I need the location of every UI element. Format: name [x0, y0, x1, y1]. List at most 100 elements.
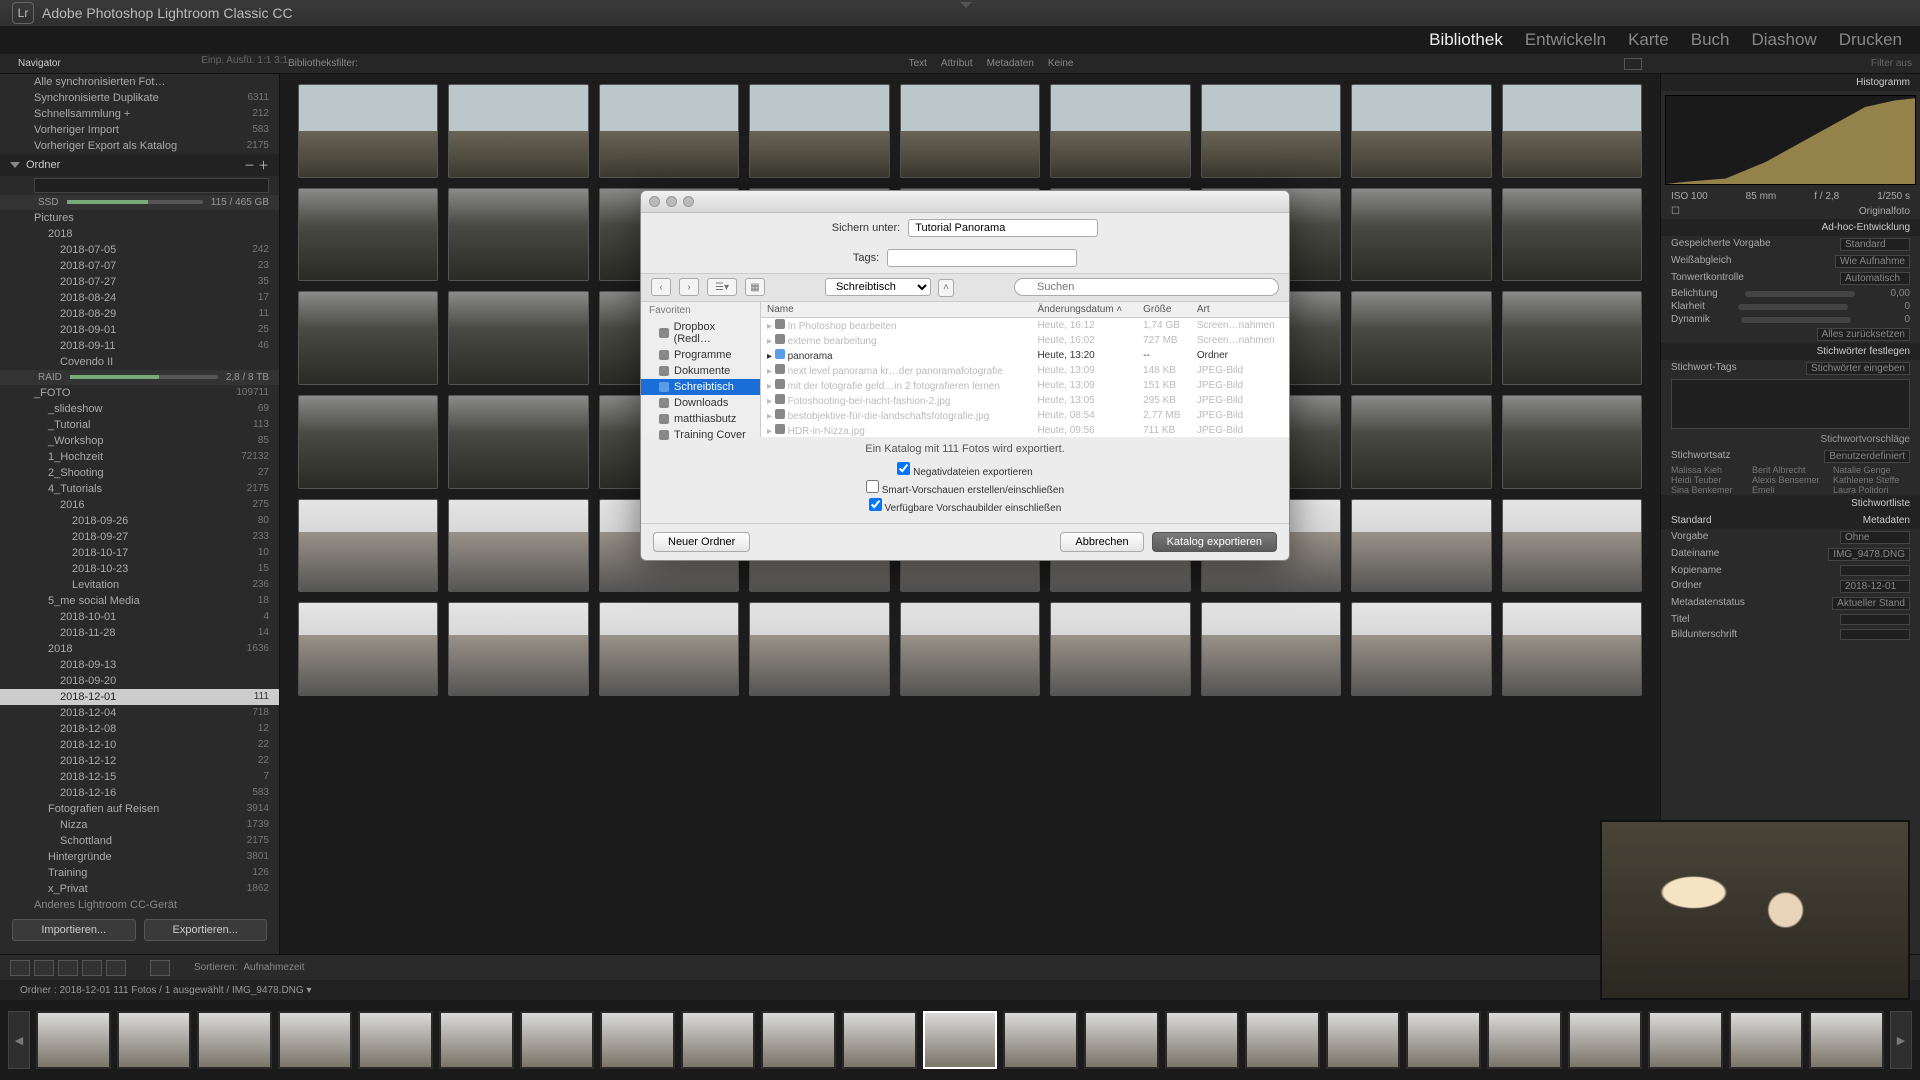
metadata-row[interactable]: MetadatenstatusAktueller Stand: [1661, 595, 1920, 612]
folder-item[interactable]: 2018-09-2680: [0, 513, 279, 529]
view-people-icon[interactable]: [106, 960, 126, 976]
keywordlist-header[interactable]: Stichwortliste: [1661, 495, 1920, 512]
favorite-item[interactable]: Dropbox (Redl…: [641, 319, 760, 347]
grid-thumbnail[interactable]: [1502, 602, 1642, 696]
grid-thumbnail[interactable]: [1050, 84, 1190, 178]
filmstrip-thumbnail[interactable]: [36, 1011, 111, 1069]
grid-thumbnail[interactable]: [1201, 84, 1341, 178]
keyword-suggestion[interactable]: Natalie Genge: [1833, 465, 1910, 475]
module-library[interactable]: Bibliothek: [1429, 30, 1503, 50]
filmstrip-thumbnail[interactable]: [1003, 1011, 1078, 1069]
filmstrip-thumbnail[interactable]: [761, 1011, 836, 1069]
catalog-item[interactable]: Vorheriger Import583: [0, 122, 279, 138]
filmstrip-thumbnail[interactable]: [197, 1011, 272, 1069]
filmstrip-thumbnail[interactable]: [1648, 1011, 1723, 1069]
favorite-item[interactable]: Training Cover: [641, 427, 760, 443]
grid-thumbnail[interactable]: [298, 188, 438, 282]
module-print[interactable]: Drucken: [1839, 30, 1902, 50]
folders-header[interactable]: Ordner－ ＋: [0, 154, 279, 176]
drive-raid[interactable]: RAID2,8 / 8 TB: [0, 370, 279, 385]
keyword-suggestion[interactable]: Sina Benkemer: [1671, 485, 1748, 495]
folder-item[interactable]: _Tutorial113: [0, 417, 279, 433]
grid-thumbnail[interactable]: [298, 395, 438, 489]
filmstrip-thumbnail[interactable]: [1245, 1011, 1320, 1069]
folder-item[interactable]: Nizza1739: [0, 817, 279, 833]
grid-thumbnail[interactable]: [900, 84, 1040, 178]
folder-item[interactable]: 2018-08-2417: [0, 290, 279, 306]
folder-item[interactable]: Training126: [0, 865, 279, 881]
metadata-row[interactable]: Bildunterschrift: [1661, 627, 1920, 642]
folder-item[interactable]: 20181636: [0, 641, 279, 657]
grid-thumbnail[interactable]: [298, 84, 438, 178]
dialog-search-input[interactable]: [1014, 278, 1279, 296]
grid-thumbnail[interactable]: [448, 499, 588, 593]
folder-item[interactable]: 2018-09-13: [0, 657, 279, 673]
favorite-item[interactable]: Programme: [641, 347, 760, 363]
location-up-icon[interactable]: ˄: [938, 279, 954, 297]
grid-thumbnail[interactable]: [1351, 84, 1491, 178]
grid-thumbnail[interactable]: [298, 291, 438, 385]
grid-thumbnail[interactable]: [599, 84, 739, 178]
folder-item[interactable]: _FOTO109711: [0, 385, 279, 401]
filmstrip-next-icon[interactable]: ▶: [1890, 1011, 1912, 1069]
wb-select[interactable]: Wie Aufnahme: [1835, 255, 1910, 268]
filmstrip-thumbnail[interactable]: [1165, 1011, 1240, 1069]
back-icon[interactable]: ‹: [651, 278, 671, 296]
metadata-row[interactable]: DateinameIMG_9478.DNG: [1661, 546, 1920, 563]
quickdev-header[interactable]: Ad-hoc-Entwicklung: [1661, 219, 1920, 236]
filter-lock-icon[interactable]: [1624, 58, 1642, 70]
keyword-suggestion[interactable]: Alexis Bensemer: [1752, 475, 1829, 485]
folder-item[interactable]: 1_Hochzeit72132: [0, 449, 279, 465]
filter-attribute[interactable]: Attribut: [941, 58, 973, 69]
navigator-header[interactable]: Navigator: [8, 55, 71, 72]
grid-thumbnail[interactable]: [900, 602, 1040, 696]
folder-item[interactable]: 2018-12-1022: [0, 737, 279, 753]
keyword-suggestion[interactable]: Emeli: [1752, 485, 1829, 495]
file-row[interactable]: ▸ next level panorama kr…der panoramafot…: [761, 363, 1289, 378]
zoom-icon[interactable]: [683, 196, 694, 207]
filmstrip-thumbnail[interactable]: [923, 1011, 998, 1069]
quickdev-slider[interactable]: Belichtung0,00: [1661, 287, 1920, 300]
filmstrip-thumbnail[interactable]: [1809, 1011, 1884, 1069]
view-loupe-icon[interactable]: [34, 960, 54, 976]
folder-search-input[interactable]: [34, 178, 269, 193]
filmstrip-thumbnail[interactable]: [1406, 1011, 1481, 1069]
minimize-icon[interactable]: [666, 196, 677, 207]
grid-thumbnail[interactable]: [448, 602, 588, 696]
folder-item[interactable]: 2018-09-20: [0, 673, 279, 689]
titlebar-chevron-icon[interactable]: [960, 2, 972, 8]
keyword-input[interactable]: Stichwörter eingeben: [1806, 362, 1910, 375]
file-row[interactable]: ▸ bestobjektive-für-die-landschaftsfotog…: [761, 408, 1289, 423]
folder-item[interactable]: 2018-12-16583: [0, 785, 279, 801]
navigator-zoom[interactable]: Einp. Ausfü. 1:1 3:1: [201, 55, 288, 72]
export-button[interactable]: Exportieren...: [144, 919, 268, 941]
folder-item[interactable]: 2018-10-014: [0, 609, 279, 625]
folder-item[interactable]: 2018: [0, 226, 279, 242]
filter-metadata[interactable]: Metadaten: [987, 58, 1034, 69]
folder-item[interactable]: _Workshop85: [0, 433, 279, 449]
folder-item[interactable]: 2018-08-2911: [0, 306, 279, 322]
grid-thumbnail[interactable]: [1351, 291, 1491, 385]
folder-item[interactable]: 2018-12-1222: [0, 753, 279, 769]
folder-item[interactable]: Levitation236: [0, 577, 279, 593]
grid-thumbnail[interactable]: [749, 84, 889, 178]
keyword-suggestion[interactable]: Laura Polidori: [1833, 485, 1910, 495]
folder-item[interactable]: 2018-10-2315: [0, 561, 279, 577]
folder-item[interactable]: 2018-07-05242: [0, 242, 279, 258]
grid-thumbnail[interactable]: [1201, 602, 1341, 696]
folder-item[interactable]: _slideshow69: [0, 401, 279, 417]
favorite-item[interactable]: Schreibtisch: [641, 379, 760, 395]
folder-item[interactable]: 2018-12-01111: [0, 689, 279, 705]
grid-thumbnail[interactable]: [1502, 291, 1642, 385]
filmstrip-thumbnail[interactable]: [1487, 1011, 1562, 1069]
module-develop[interactable]: Entwickeln: [1525, 30, 1606, 50]
filmstrip-thumbnail[interactable]: [520, 1011, 595, 1069]
file-list[interactable]: Name Änderungsdatum ˄ Größe Art ▸ In Pho…: [761, 302, 1289, 437]
folder-item[interactable]: 2016275: [0, 497, 279, 513]
close-icon[interactable]: [649, 196, 660, 207]
filmstrip-thumbnail[interactable]: [842, 1011, 917, 1069]
metadata-row[interactable]: Kopiename: [1661, 563, 1920, 578]
col-kind[interactable]: Art: [1191, 302, 1289, 318]
grid-thumbnail[interactable]: [1502, 395, 1642, 489]
file-row[interactable]: ▸ panoramaHeute, 13:20--Ordner: [761, 348, 1289, 363]
